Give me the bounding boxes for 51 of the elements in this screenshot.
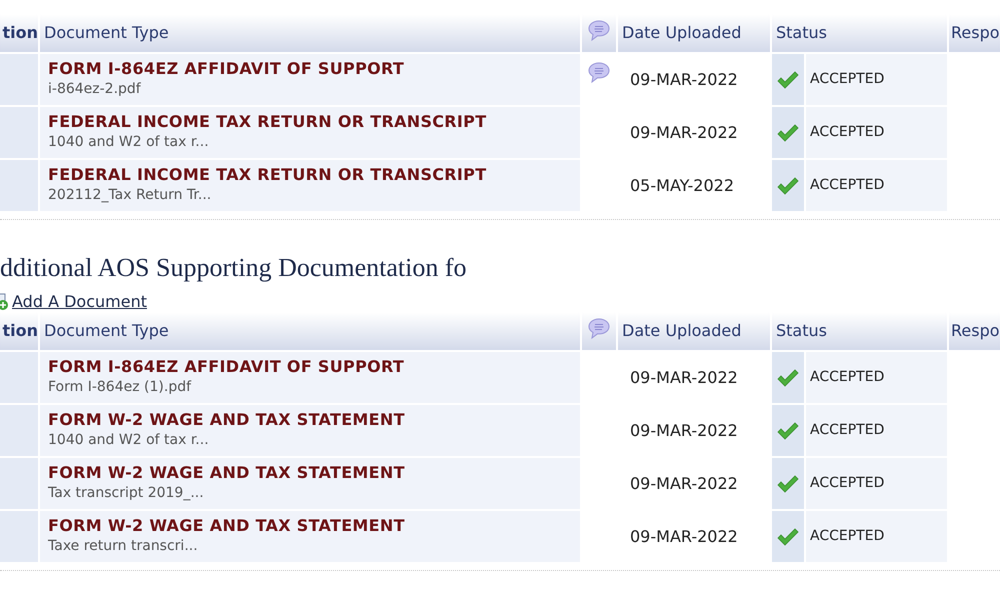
file-name: i-864ez-2.pdf xyxy=(48,80,142,99)
upload-date: 09-MAR-2022 xyxy=(630,472,738,494)
file-name: 1040 and W2 of tax r... xyxy=(48,133,210,152)
column-header: tion xyxy=(0,312,38,350)
add-document-icon[interactable] xyxy=(0,293,9,311)
status-text: ACCEPTED xyxy=(810,474,884,493)
column-header: Status xyxy=(772,312,947,350)
upload-date: 09-MAR-2022 xyxy=(630,420,738,442)
comment-icon[interactable] xyxy=(587,20,611,42)
column-header: Date Uploaded xyxy=(618,14,770,52)
status-text: ACCEPTED xyxy=(810,70,884,89)
comment-icon[interactable] xyxy=(587,62,611,84)
section-heading: dditional AOS Supporting Documentation fo xyxy=(0,255,467,281)
status-text: ACCEPTED xyxy=(810,176,884,195)
table-cell xyxy=(0,107,38,158)
upload-date: 09-MAR-2022 xyxy=(630,526,738,548)
document-type-link[interactable]: FORM W-2 WAGE AND TAX STATEMENT xyxy=(48,410,580,430)
column-header: tion xyxy=(0,14,38,52)
table-cell xyxy=(0,54,38,105)
status-text: ACCEPTED xyxy=(810,123,884,142)
add-document-link[interactable]: Add A Document xyxy=(12,290,147,314)
column-header: Respo xyxy=(949,14,1000,52)
comment-icon[interactable] xyxy=(587,318,611,340)
document-type-link[interactable]: FEDERAL INCOME TAX RETURN OR TRANSCRIPT xyxy=(48,112,580,132)
upload-date: 05-MAY-2022 xyxy=(630,174,734,196)
column-header: Document Type xyxy=(40,312,580,350)
document-type-link[interactable]: FORM W-2 WAGE AND TAX STATEMENT xyxy=(48,463,580,483)
table-cell xyxy=(0,511,38,562)
column-header: Status xyxy=(772,14,947,52)
status-text: ACCEPTED xyxy=(810,421,884,440)
document-type-link[interactable]: FEDERAL INCOME TAX RETURN OR TRANSCRIPT xyxy=(48,165,580,185)
table-cell xyxy=(0,405,38,456)
column-header: Respo xyxy=(949,312,1000,350)
file-name: 1040 and W2 of tax r... xyxy=(48,431,210,450)
document-type-link[interactable]: FORM W-2 WAGE AND TAX STATEMENT xyxy=(48,516,580,536)
upload-date: 09-MAR-2022 xyxy=(630,68,738,90)
file-name: Tax transcript 2019_... xyxy=(48,484,205,503)
upload-date: 09-MAR-2022 xyxy=(630,122,738,144)
file-name: Form I-864ez (1).pdf xyxy=(48,378,192,397)
document-type-link[interactable]: FORM I-864EZ AFFIDAVIT OF SUPPORT xyxy=(48,357,580,377)
status-text: ACCEPTED xyxy=(810,527,884,546)
table-cell xyxy=(0,458,38,509)
file-name: 202112_Tax Return Tr... xyxy=(48,186,212,205)
status-text: ACCEPTED xyxy=(810,368,884,387)
upload-date: 09-MAR-2022 xyxy=(630,366,738,388)
table-cell xyxy=(0,160,38,211)
file-name: Taxe return transcri... xyxy=(48,537,199,556)
document-type-link[interactable]: FORM I-864EZ AFFIDAVIT OF SUPPORT xyxy=(48,59,580,79)
column-header: Document Type xyxy=(40,14,580,52)
table-cell xyxy=(0,352,38,403)
column-header: Date Uploaded xyxy=(618,312,770,350)
